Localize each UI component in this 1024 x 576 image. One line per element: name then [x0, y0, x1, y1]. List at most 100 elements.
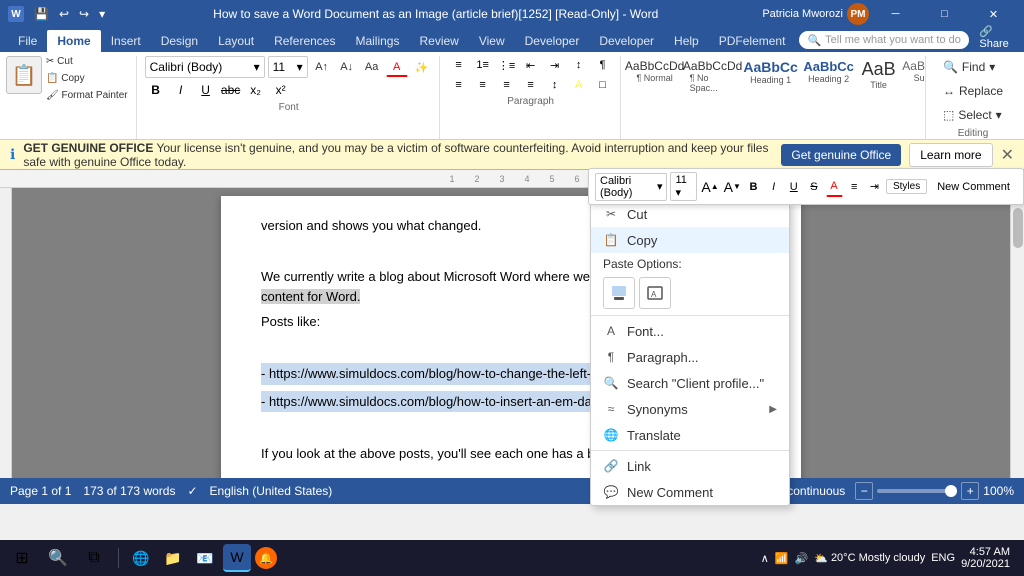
align-right-button[interactable]: ≡	[496, 76, 518, 94]
mini-underline-button[interactable]: U	[785, 177, 802, 197]
mini-font-selector[interactable]: Calibri (Body) ▾	[595, 173, 667, 201]
show-marks-button[interactable]: ¶	[592, 56, 614, 74]
tab-help[interactable]: Help	[664, 30, 709, 52]
share-button[interactable]: 🔗 Share	[973, 23, 1024, 52]
ctx-synonyms[interactable]: ≈ Synonyms ▶	[591, 396, 789, 422]
zoom-slider[interactable]	[877, 489, 957, 493]
tab-layout[interactable]: Layout	[208, 30, 264, 52]
superscript-button[interactable]: x²	[270, 80, 292, 100]
decrease-indent-button[interactable]: ⇤	[520, 56, 542, 74]
border-button[interactable]: □	[592, 76, 614, 94]
maximize-button[interactable]: □	[922, 0, 967, 28]
mini-bold-button[interactable]: B	[745, 177, 762, 197]
mini-indent-button[interactable]: ⇥	[866, 177, 883, 197]
tray-up-arrow[interactable]: ∧	[761, 552, 769, 565]
vertical-scrollbar[interactable]	[1010, 188, 1024, 478]
redo-qa-btn[interactable]: ↪	[75, 5, 93, 23]
find-button[interactable]: 🔍 Find ▾	[934, 56, 1012, 78]
tab-review[interactable]: Review	[409, 30, 468, 52]
mini-new-comment-button[interactable]: New Comment	[930, 179, 1017, 195]
align-left-button[interactable]: ≡	[448, 76, 470, 94]
italic-button[interactable]: I	[170, 80, 192, 100]
user-avatar[interactable]: PM	[847, 3, 869, 25]
style-subtitle[interactable]: AaBbCcC Subtitle	[901, 56, 926, 86]
start-button[interactable]: ⊞	[6, 542, 38, 574]
style-heading2[interactable]: AaBbCc Heading 2	[801, 56, 857, 87]
get-genuine-office-button[interactable]: Get genuine Office	[781, 144, 901, 166]
line-spacing-button[interactable]: ↕	[544, 76, 566, 94]
tab-view[interactable]: View	[469, 30, 515, 52]
paste-keep-source-btn[interactable]	[603, 277, 635, 309]
numbering-button[interactable]: 1≡	[472, 56, 494, 74]
ctx-paragraph[interactable]: ¶ Paragraph...	[591, 344, 789, 370]
mini-bullets-button[interactable]: ≡	[846, 177, 863, 197]
justify-button[interactable]: ≡	[520, 76, 542, 94]
font-highlight-button[interactable]: ✨	[411, 57, 433, 77]
copy-button[interactable]: 📋 Copy	[46, 73, 128, 89]
style-no-spacing[interactable]: AaBbCcDd ¶ No Spac...	[685, 56, 741, 96]
search-taskbar-button[interactable]: 🔍	[42, 542, 74, 574]
style-heading1[interactable]: AaBbCc Heading 1	[743, 56, 799, 88]
ctx-font[interactable]: A Font...	[591, 318, 789, 344]
paste-button[interactable]: 📋	[6, 56, 42, 94]
learn-more-button[interactable]: Learn more	[909, 143, 992, 167]
style-normal[interactable]: AaBbCcDd ¶ Normal	[627, 56, 683, 86]
font-grow-button[interactable]: A↑	[311, 57, 333, 77]
mini-grow-button[interactable]: A▲	[700, 177, 719, 197]
tab-mailings[interactable]: Mailings	[345, 30, 409, 52]
select-button[interactable]: ⬚ Select ▾	[934, 104, 1012, 126]
font-size-selector[interactable]: 11 ▾	[268, 56, 308, 78]
multilevel-button[interactable]: ⋮≡	[496, 56, 518, 74]
style-title[interactable]: AaB Title	[859, 56, 899, 93]
bold-button[interactable]: B	[145, 80, 167, 100]
customqat-btn[interactable]: ▾	[95, 5, 109, 23]
increase-indent-button[interactable]: ⇥	[544, 56, 566, 74]
ctx-new-comment[interactable]: 💬 New Comment	[591, 479, 789, 505]
underline-button[interactable]: U	[195, 80, 217, 100]
bullets-button[interactable]: ≡	[448, 56, 470, 74]
tab-file[interactable]: File	[8, 30, 47, 52]
subscript-button[interactable]: x₂	[245, 80, 267, 100]
tab-references[interactable]: References	[264, 30, 345, 52]
explorer-icon[interactable]: 📁	[159, 544, 187, 572]
tell-me-bar[interactable]: 🔍 Tell me what you want to do	[799, 31, 969, 49]
zoom-in-button[interactable]: +	[961, 482, 979, 500]
tab-insert[interactable]: Insert	[101, 30, 151, 52]
word-taskbar-icon[interactable]: W	[223, 544, 251, 572]
tab-design[interactable]: Design	[151, 30, 208, 52]
paste-merge-format-btn[interactable]: A	[639, 277, 671, 309]
edge-icon[interactable]: 🌐	[127, 544, 155, 572]
minimize-button[interactable]: ─	[873, 0, 918, 28]
tab-home[interactable]: Home	[47, 30, 100, 52]
mail-icon[interactable]: 📧	[191, 544, 219, 572]
strikethrough-button[interactable]: abc	[220, 80, 242, 100]
sort-button[interactable]: ↕	[568, 56, 590, 74]
task-view-button[interactable]: ⧉	[78, 542, 110, 574]
save-qa-btn[interactable]: 💾	[30, 5, 53, 23]
ctx-translate[interactable]: 🌐 Translate	[591, 422, 789, 448]
notification-close-button[interactable]: ✕	[1001, 145, 1014, 165]
font-face-selector[interactable]: Calibri (Body) ▾	[145, 56, 265, 78]
ctx-link[interactable]: 🔗 Link	[591, 453, 789, 479]
ctx-copy[interactable]: 📋 Copy	[591, 227, 789, 253]
mini-shrink-button[interactable]: A▼	[723, 177, 742, 197]
font-shrink-button[interactable]: A↓	[336, 57, 358, 77]
cut-button[interactable]: ✂ Cut	[46, 56, 128, 72]
font-color-button[interactable]: A	[386, 57, 408, 77]
notification-taskbar-icon[interactable]: 🔔	[255, 547, 277, 569]
fill-color-button[interactable]: A	[568, 76, 590, 94]
mini-color-button[interactable]: A	[826, 177, 843, 197]
undo-qa-btn[interactable]: ↩	[55, 5, 73, 23]
ctx-search[interactable]: 🔍 Search "Client profile..."	[591, 370, 789, 396]
align-center-button[interactable]: ≡	[472, 76, 494, 94]
tab-pdfelement[interactable]: PDFelement	[709, 30, 796, 52]
replace-button[interactable]: ↔ Replace	[934, 80, 1012, 102]
tab-developer1[interactable]: Developer	[515, 30, 590, 52]
scroll-thumb[interactable]	[1013, 208, 1023, 248]
mini-styles-button[interactable]: Styles	[886, 179, 927, 194]
mini-strikethrough-button[interactable]: S	[805, 177, 822, 197]
zoom-out-button[interactable]: −	[855, 482, 873, 500]
format-painter-button[interactable]: 🖌 Format Painter	[46, 90, 128, 106]
mini-size-selector[interactable]: 11 ▾	[670, 172, 697, 201]
mini-italic-button[interactable]: I	[765, 177, 782, 197]
